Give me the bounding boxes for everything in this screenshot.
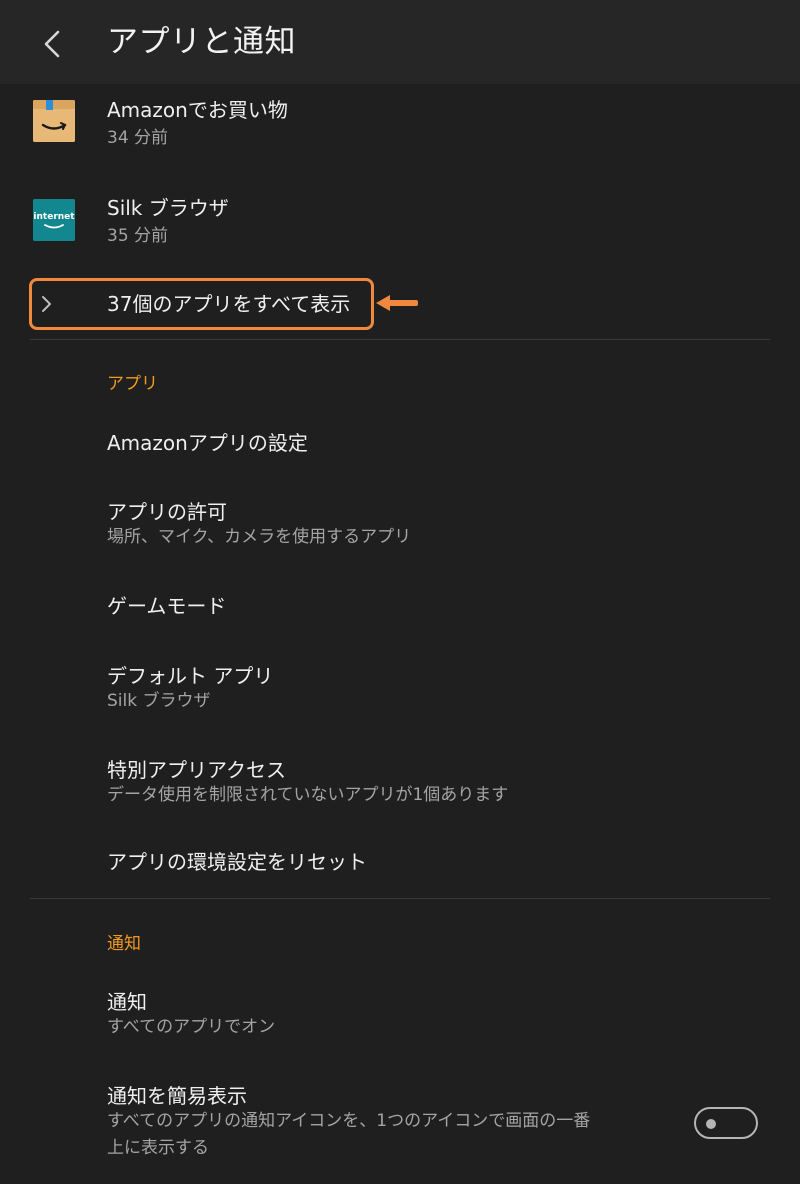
- item-subtitle: すべてのアプリの通知アイコンを、1つのアイコンで画面の一番: [107, 1111, 591, 1131]
- section-divider: [30, 339, 770, 340]
- item-subtitle: Silk ブラウザ: [107, 691, 211, 711]
- game-mode-item[interactable]: ゲームモード: [0, 584, 800, 630]
- item-subtitle: すべてのアプリでオン: [107, 1017, 276, 1037]
- back-button[interactable]: [30, 22, 74, 66]
- item-title: アプリの環境設定をリセット: [107, 850, 367, 874]
- item-title: 特別アプリアクセス: [107, 758, 286, 782]
- app-name: Amazonでお買い物: [107, 98, 288, 122]
- notifications-item[interactable]: 通知 すべてのアプリでオン: [0, 986, 800, 1042]
- amazon-shopping-icon: [33, 100, 75, 142]
- recent-app-silk-browser[interactable]: internet Silk ブラウザ 35 分前: [0, 194, 800, 258]
- item-subtitle: データ使用を制限されていないアプリが1個あります: [107, 785, 509, 805]
- item-title: Amazonアプリの設定: [107, 431, 308, 455]
- item-title: 通知: [107, 990, 147, 1014]
- reset-app-preferences-item[interactable]: アプリの環境設定をリセット: [0, 840, 800, 886]
- app-last-used: 34 分前: [107, 128, 169, 148]
- app-last-used: 35 分前: [107, 226, 169, 246]
- see-all-apps-button[interactable]: 37個のアプリをすべて表示: [0, 282, 800, 328]
- recent-app-amazon-shopping[interactable]: Amazonでお買い物 34 分前: [0, 96, 800, 160]
- item-title: アプリの許可: [107, 500, 227, 524]
- app-name: Silk ブラウザ: [107, 196, 229, 220]
- section-divider: [30, 898, 770, 899]
- item-title: 通知を簡易表示: [107, 1084, 247, 1108]
- chevron-right-icon: [42, 296, 51, 312]
- section-header-apps: アプリ: [107, 374, 158, 394]
- item-title: ゲームモード: [107, 594, 227, 618]
- amazon-app-settings-item[interactable]: Amazonアプリの設定: [0, 420, 800, 468]
- see-all-apps-label: 37個のアプリをすべて表示: [107, 292, 351, 316]
- special-app-access-item[interactable]: 特別アプリアクセス データ使用を制限されていないアプリが1個あります: [0, 752, 800, 812]
- toggle-knob: [706, 1119, 716, 1129]
- app-permissions-item[interactable]: アプリの許可 場所、マイク、カメラを使用するアプリ: [0, 494, 800, 554]
- silk-icon-text: internet: [33, 212, 75, 222]
- compact-notifications-item[interactable]: 通知を簡易表示 すべてのアプリの通知アイコンを、1つのアイコンで画面の一番 上に…: [0, 1078, 800, 1168]
- compact-notifications-toggle[interactable]: [694, 1107, 758, 1139]
- item-subtitle: 場所、マイク、カメラを使用するアプリ: [107, 527, 412, 547]
- back-chevron-icon: [44, 30, 60, 58]
- item-title: デフォルト アプリ: [107, 664, 274, 688]
- silk-internet-icon: internet: [33, 199, 75, 241]
- default-apps-item[interactable]: デフォルト アプリ Silk ブラウザ: [0, 658, 800, 718]
- app-bar: アプリと通知: [0, 0, 800, 84]
- section-header-notifications: 通知: [107, 934, 141, 954]
- item-subtitle: 上に表示する: [107, 1138, 209, 1158]
- page-title: アプリと通知: [107, 24, 296, 60]
